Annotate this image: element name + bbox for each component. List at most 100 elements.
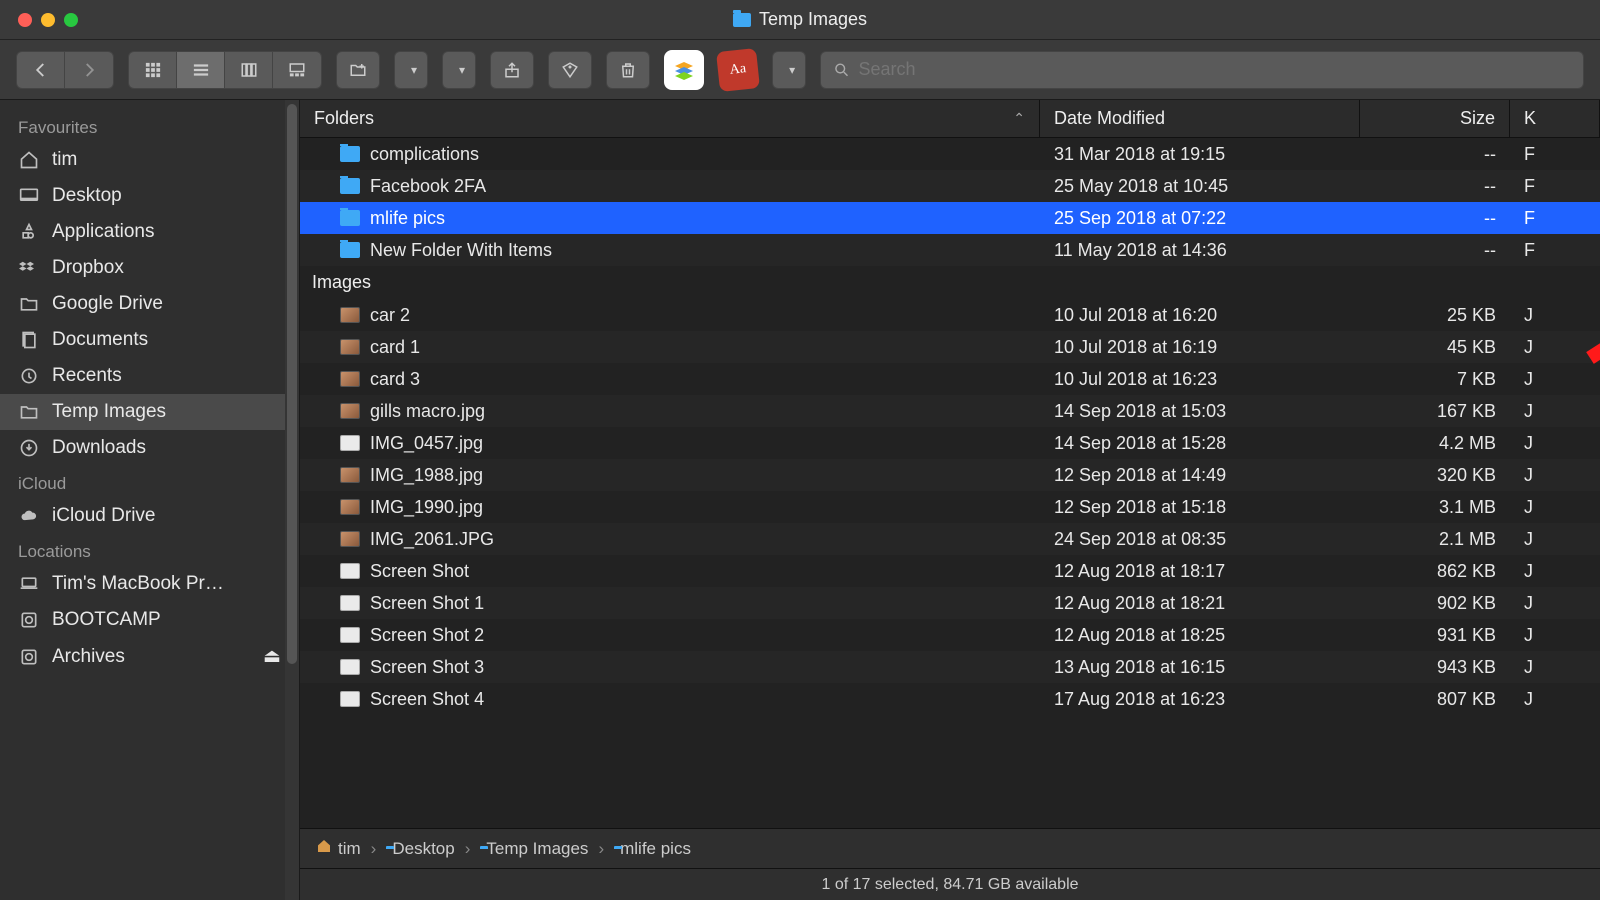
dropbox-menu-button[interactable]: ▾ xyxy=(772,51,806,89)
list-view-button[interactable] xyxy=(177,52,225,88)
disk-icon xyxy=(18,647,40,667)
column-header-kind[interactable]: K xyxy=(1510,100,1600,137)
scrollbar-thumb[interactable] xyxy=(287,104,297,664)
fullscreen-window-button[interactable] xyxy=(64,13,78,27)
cell-name: card 1 xyxy=(300,337,1040,358)
table-row[interactable]: Screen Shot 212 Aug 2018 at 18:25931 KBJ xyxy=(300,619,1600,651)
new-folder-button[interactable] xyxy=(336,51,380,89)
window-controls xyxy=(0,13,78,27)
sidebar-item-desktop[interactable]: Desktop xyxy=(0,178,299,214)
documents-icon xyxy=(18,330,40,350)
search-field[interactable] xyxy=(820,51,1584,89)
chevron-down-icon: ▾ xyxy=(789,63,795,77)
file-name: Facebook 2FA xyxy=(370,176,486,197)
cell-name: Screen Shot 1 xyxy=(300,593,1040,614)
cell-size: -- xyxy=(1360,240,1510,261)
table-row[interactable]: Screen Shot 417 Aug 2018 at 16:23807 KBJ xyxy=(300,683,1600,715)
table-row[interactable]: gills macro.jpg14 Sep 2018 at 15:03167 K… xyxy=(300,395,1600,427)
file-name: IMG_0457.jpg xyxy=(370,433,483,454)
sidebar-item-recents[interactable]: Recents xyxy=(0,358,299,394)
cell-size: -- xyxy=(1360,208,1510,229)
status-text: 1 of 17 selected, 84.71 GB available xyxy=(821,876,1078,894)
table-row[interactable]: complications 31 Mar 2018 at 19:15--F xyxy=(300,138,1600,170)
file-thumb-icon xyxy=(340,627,360,643)
cell-kind: J xyxy=(1510,497,1600,518)
app-icon-dictionary[interactable]: Aa xyxy=(716,48,760,92)
tags-button[interactable] xyxy=(548,51,592,89)
file-thumb-icon xyxy=(340,659,360,675)
breadcrumb-item[interactable]: Temp Images xyxy=(480,839,588,859)
table-row[interactable]: IMG_2061.JPG24 Sep 2018 at 08:352.1 MBJ xyxy=(300,523,1600,555)
search-input[interactable] xyxy=(858,59,1571,80)
sidebar-item-temp-images[interactable]: Temp Images xyxy=(0,394,299,430)
sidebar-item-tim[interactable]: tim xyxy=(0,142,299,178)
sidebar-item-documents[interactable]: Documents xyxy=(0,322,299,358)
sidebar-item-bootcamp[interactable]: BOOTCAMP xyxy=(0,602,299,638)
cell-date: 31 Mar 2018 at 19:15 xyxy=(1040,144,1360,165)
cell-kind: F xyxy=(1510,144,1600,165)
file-browser: Folders ⌃ Date Modified Size K complicat… xyxy=(300,100,1600,900)
table-row[interactable]: card 310 Jul 2018 at 16:237 KBJ xyxy=(300,363,1600,395)
share-button[interactable] xyxy=(490,51,534,89)
breadcrumb-item[interactable]: Desktop xyxy=(386,839,454,859)
chevron-right-icon: › xyxy=(465,839,471,859)
sidebar-item-dropbox[interactable]: Dropbox xyxy=(0,250,299,286)
desktop-icon xyxy=(18,186,40,206)
table-row[interactable]: mlife pics25 Sep 2018 at 07:22--F xyxy=(300,202,1600,234)
file-name: IMG_1988.jpg xyxy=(370,465,483,486)
sidebar-item-downloads[interactable]: Downloads xyxy=(0,430,299,466)
minimize-window-button[interactable] xyxy=(41,13,55,27)
delete-button[interactable] xyxy=(606,51,650,89)
recents-icon xyxy=(18,366,40,386)
file-thumb-icon xyxy=(340,563,360,579)
icon-view-button[interactable] xyxy=(129,52,177,88)
sidebar-item-label: Documents xyxy=(52,329,148,351)
table-row[interactable]: New Folder With Items11 May 2018 at 14:3… xyxy=(300,234,1600,266)
column-header-name[interactable]: Folders ⌃ xyxy=(300,100,1040,137)
table-row[interactable]: Facebook 2FA25 May 2018 at 10:45--F xyxy=(300,170,1600,202)
cell-name: Screen Shot xyxy=(300,561,1040,582)
table-row[interactable]: Screen Shot 313 Aug 2018 at 16:15943 KBJ xyxy=(300,651,1600,683)
column-view-button[interactable] xyxy=(225,52,273,88)
file-name: complications xyxy=(370,144,479,165)
cell-name: complications xyxy=(300,144,1040,165)
sidebar-item-archives[interactable]: Archives⏏ xyxy=(0,638,299,675)
column-header-date[interactable]: Date Modified xyxy=(1040,100,1360,137)
sidebar-item-google-drive[interactable]: Google Drive xyxy=(0,286,299,322)
forward-button[interactable] xyxy=(65,52,113,88)
action-menu-button[interactable]: ▾ xyxy=(442,51,476,89)
column-headers: Folders ⌃ Date Modified Size K xyxy=(300,100,1600,138)
breadcrumb-item[interactable]: tim xyxy=(316,838,361,859)
finder-window: Temp Images ▾ ▾ Aa xyxy=(0,0,1600,900)
app-icon-stack[interactable] xyxy=(664,50,704,90)
sidebar-item-icloud-drive[interactable]: iCloud Drive xyxy=(0,498,299,534)
sidebar-item-applications[interactable]: Applications xyxy=(0,214,299,250)
table-row[interactable]: IMG_1988.jpg12 Sep 2018 at 14:49320 KBJ xyxy=(300,459,1600,491)
table-row[interactable]: Screen Shot12 Aug 2018 at 18:17862 KBJ xyxy=(300,555,1600,587)
file-name: New Folder With Items xyxy=(370,240,552,261)
eject-icon[interactable]: ⏏ xyxy=(263,645,281,668)
table-row[interactable]: Screen Shot 112 Aug 2018 at 18:21902 KBJ xyxy=(300,587,1600,619)
cell-size: 807 KB xyxy=(1360,689,1510,710)
cell-name: New Folder With Items xyxy=(300,240,1040,261)
table-row[interactable]: IMG_0457.jpg14 Sep 2018 at 15:284.2 MBJ xyxy=(300,427,1600,459)
gallery-view-button[interactable] xyxy=(273,52,321,88)
table-row[interactable]: car 210 Jul 2018 at 16:2025 KBJ xyxy=(300,299,1600,331)
column-header-size[interactable]: Size xyxy=(1360,100,1510,137)
group-by-button[interactable]: ▾ xyxy=(394,51,428,89)
cell-name: IMG_1988.jpg xyxy=(300,465,1040,486)
cell-kind: J xyxy=(1510,593,1600,614)
sidebar-item-label: BOOTCAMP xyxy=(52,609,161,631)
downloads-icon xyxy=(18,438,40,458)
cell-size: -- xyxy=(1360,144,1510,165)
table-row[interactable]: card 110 Jul 2018 at 16:1945 KBJ xyxy=(300,331,1600,363)
file-thumb-icon xyxy=(340,691,360,707)
breadcrumb-item[interactable]: mlife pics xyxy=(614,839,691,859)
cell-kind: J xyxy=(1510,305,1600,326)
sidebar-item-label: Recents xyxy=(52,365,122,387)
sidebar-item-tim-s-macbook-pr-[interactable]: Tim's MacBook Pr… xyxy=(0,566,299,602)
close-window-button[interactable] xyxy=(18,13,32,27)
table-row[interactable]: IMG_1990.jpg12 Sep 2018 at 15:183.1 MBJ xyxy=(300,491,1600,523)
sidebar-scrollbar[interactable] xyxy=(285,100,299,900)
back-button[interactable] xyxy=(17,52,65,88)
